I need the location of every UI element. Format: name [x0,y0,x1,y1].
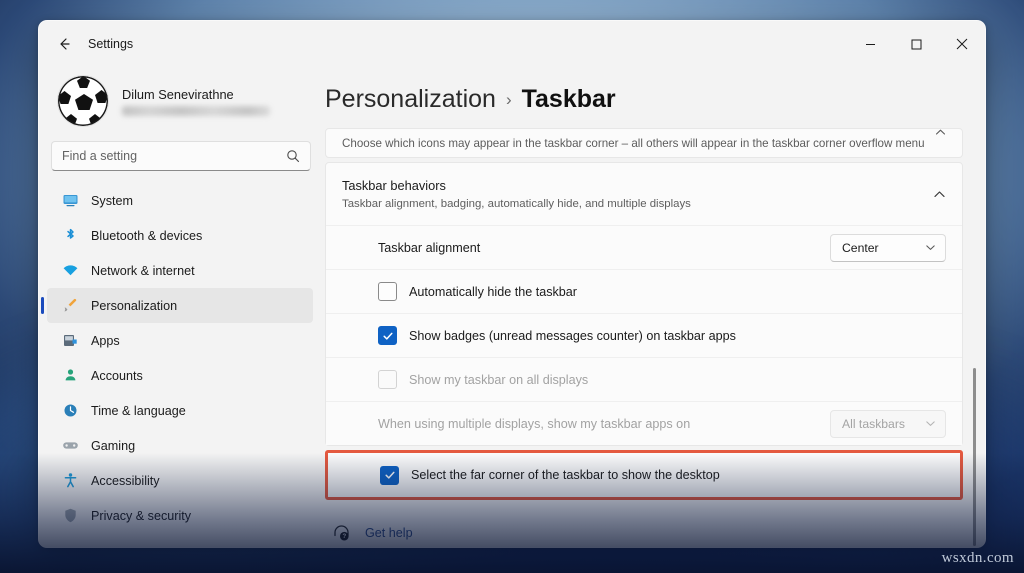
show-taskbar-all-displays-label: Show my taskbar on all displays [409,372,589,387]
close-button[interactable] [939,21,985,67]
sidebar-item-label: Gaming [91,438,136,453]
taskbar-corner-icons-description: Choose which icons may appear in the tas… [342,136,925,150]
sidebar-item-system[interactable]: System [47,183,313,218]
taskbar-behaviors-header[interactable]: Taskbar behaviors Taskbar alignment, bad… [326,163,962,225]
sidebar: Dilum Senevirathne Find a setting System… [39,67,321,547]
show-badges-checkbox[interactable] [378,326,397,345]
sidebar-item-gaming[interactable]: Gaming [47,428,313,463]
window-caption-buttons [847,21,985,67]
auto-hide-taskbar-checkbox[interactable] [378,282,397,301]
row-multiple-displays-apps: When using multiple displays, show my ta… [326,401,962,445]
back-button[interactable] [48,28,80,60]
minimize-button[interactable] [847,21,893,67]
sidebar-item-network-internet[interactable]: Network & internet [47,253,313,288]
soccer-ball-avatar [57,75,109,127]
far-corner-show-desktop-label: Select the far corner of the taskbar to … [411,468,720,482]
search-input[interactable] [62,149,286,163]
row-taskbar-alignment: Taskbar alignment Center [326,225,962,269]
wifi-icon [61,262,79,280]
maximize-button[interactable] [893,21,939,67]
taskbar-corner-icons-card[interactable]: Choose which icons may appear in the tas… [325,128,963,158]
breadcrumb-current: Taskbar [521,85,616,113]
sidebar-nav: System Bluetooth & devices Network & int… [41,181,313,535]
search-container [51,141,311,171]
search-box[interactable] [51,141,311,171]
sidebar-item-label: Time & language [91,403,186,418]
watermark: wsxdn.com [941,550,1014,566]
clock-icon [61,402,79,420]
sidebar-item-accounts[interactable]: Accounts [47,358,313,393]
paintbrush-icon [61,297,79,315]
chevron-down-icon [925,418,936,429]
chevron-up-icon [935,129,946,143]
sidebar-item-label: Accounts [91,368,143,383]
minimize-icon [865,39,876,50]
content-scrollbar[interactable] [970,128,979,547]
person-icon [61,367,79,385]
sidebar-item-accessibility[interactable]: Accessibility [47,463,313,498]
sidebar-item-label: Accessibility [91,473,160,488]
search-icon [286,149,300,163]
gamepad-icon [61,437,79,455]
sidebar-item-apps[interactable]: Apps [47,323,313,358]
sidebar-item-label: Bluetooth & devices [91,228,203,243]
row-auto-hide-taskbar[interactable]: Automatically hide the taskbar [326,269,962,313]
multiple-displays-label: When using multiple displays, show my ta… [378,416,691,431]
far-corner-show-desktop-checkbox[interactable] [380,465,399,485]
sidebar-item-bluetooth-devices[interactable]: Bluetooth & devices [47,218,313,253]
monitor-icon [61,192,79,210]
content-pane: Personalization › Taskbar Choose which i… [321,67,985,547]
taskbar-alignment-dropdown[interactable]: Center [830,233,946,262]
page-header: Personalization › Taskbar [325,67,985,128]
settings-scroll-area: Choose which icons may appear in the tas… [325,128,985,547]
show-taskbar-all-displays-checkbox [378,370,397,389]
breadcrumb-parent[interactable]: Personalization [325,85,496,114]
show-badges-label: Show badges (unread messages counter) on… [409,328,736,343]
shield-icon [61,507,79,525]
scrollbar-thumb[interactable] [973,368,976,546]
apps-icon [61,332,79,350]
get-help-label: Get help [365,526,413,540]
desktop-wallpaper: Settings Dilum Senevirathne Find a setti… [0,0,1024,573]
chevron-up-icon[interactable] [933,188,946,201]
user-profile[interactable]: Dilum Senevirathne [47,67,313,141]
sidebar-item-privacy-security[interactable]: Privacy & security [47,498,313,533]
profile-name: Dilum Senevirathne [122,87,234,102]
get-help-link[interactable]: ? Get help [325,500,963,547]
sidebar-item-time-language[interactable]: Time & language [47,393,313,428]
profile-email-blurred [122,106,270,116]
breadcrumb-separator-icon: › [505,89,512,109]
sidebar-item-label: System [91,193,133,208]
annotation-highlight-box: Select the far corner of the taskbar to … [325,450,963,500]
sidebar-item-label: Personalization [91,298,178,313]
settings-window: Settings Dilum Senevirathne Find a setti… [38,20,986,548]
close-icon [956,38,968,50]
multiple-displays-dropdown: All taskbars [830,409,946,438]
multiple-displays-value: All taskbars [842,416,905,431]
window-titlebar: Settings [39,21,985,67]
taskbar-behaviors-card: Taskbar behaviors Taskbar alignment, bad… [325,162,963,446]
svg-text:?: ? [342,534,346,540]
taskbar-behaviors-title: Taskbar behaviors [342,177,446,193]
app-title: Settings [88,37,134,51]
bluetooth-icon [61,227,79,245]
auto-hide-taskbar-label: Automatically hide the taskbar [409,284,578,299]
taskbar-alignment-label: Taskbar alignment [378,240,481,255]
sidebar-item-label: Privacy & security [91,508,192,523]
sidebar-item-label: Apps [91,333,120,348]
taskbar-behaviors-subtitle: Taskbar alignment, badging, automaticall… [342,197,691,210]
window-body: Dilum Senevirathne Find a setting System… [39,67,985,547]
row-far-corner-show-desktop[interactable]: Select the far corner of the taskbar to … [328,453,960,497]
breadcrumb: Personalization › Taskbar [325,85,985,114]
sidebar-item-label: Network & internet [91,263,195,278]
back-arrow-icon [56,36,72,52]
row-show-badges[interactable]: Show badges (unread messages counter) on… [326,313,962,357]
accessibility-icon [61,472,79,490]
maximize-icon [911,39,922,50]
help-icon: ? [331,523,351,543]
sidebar-item-personalization[interactable]: Personalization [41,288,313,323]
chevron-down-icon [925,242,936,253]
taskbar-alignment-value: Center [842,240,879,255]
row-show-taskbar-all-displays: Show my taskbar on all displays [326,357,962,401]
